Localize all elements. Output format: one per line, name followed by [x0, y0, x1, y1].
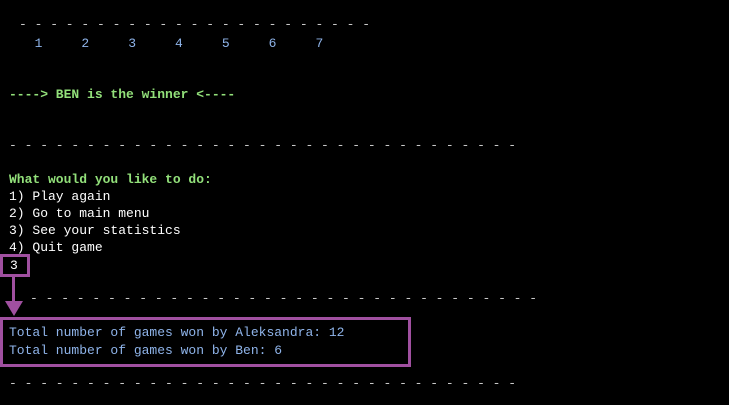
stats-aleksandra-wins: Total number of games won by Aleksandra:…: [9, 325, 345, 340]
menu-option-statistics: 3) See your statistics: [9, 223, 181, 238]
annotation-arrow-shaft: [12, 276, 15, 303]
menu-option-main-menu: 2) Go to main menu: [9, 206, 150, 221]
terminal-window: - - - - - - - - - - - - - - - - - - - - …: [0, 0, 729, 405]
dash-separator-2: - - - - - - - - - - - - - - - - - - - - …: [30, 291, 538, 306]
menu-option-play-again: 1) Play again: [9, 189, 111, 204]
top-dash-separator: - - - - - - - - - - - - - - - - - - - - …: [19, 17, 371, 32]
user-input-value[interactable]: 3: [10, 257, 18, 274]
menu-prompt: What would you like to do:: [9, 172, 212, 187]
stats-ben-wins: Total number of games won by Ben: 6: [9, 343, 283, 358]
winner-message: ----> BEN is the winner <----: [9, 87, 236, 102]
column-numbers: 1 2 3 4 5 6 7: [19, 36, 324, 51]
dash-separator-3: - - - - - - - - - - - - - - - - - - - - …: [9, 376, 517, 391]
dash-separator-1: - - - - - - - - - - - - - - - - - - - - …: [9, 138, 517, 153]
annotation-arrow-head-icon: [5, 301, 23, 316]
